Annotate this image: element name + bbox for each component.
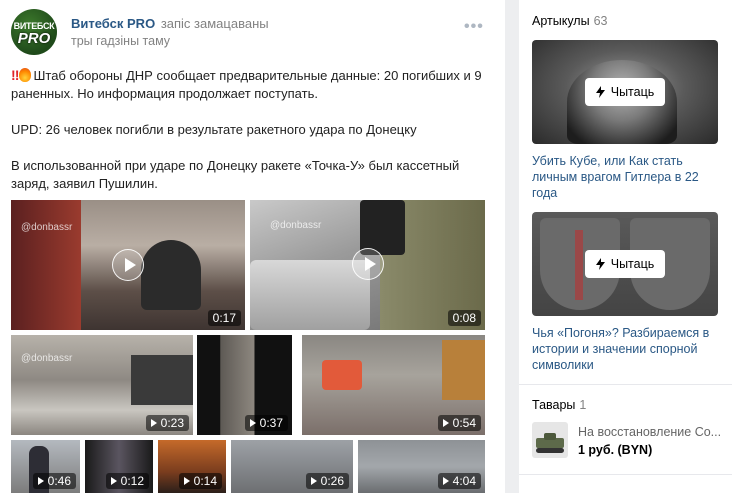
read-article-button[interactable]: Чытаць — [585, 78, 665, 106]
post-action-label: запіс замацаваны — [160, 16, 269, 31]
lightning-icon — [595, 258, 605, 270]
play-small-icon — [442, 477, 449, 485]
video-duration: 0:23 — [145, 415, 189, 431]
read-button-label: Чытаць — [610, 85, 655, 99]
wall-post: ВИТЕБСК PRO Витебск PRO запіс замацаваны… — [0, 0, 505, 493]
sidebar: Артыкулы 63 Чытаць Убить Кубе, или Как ст… — [519, 0, 732, 493]
video-duration: 0:37 — [244, 415, 288, 431]
good-thumbnail[interactable] — [532, 422, 568, 458]
double-exclamation-icon: ‼ — [11, 67, 20, 83]
vehicle-shape — [131, 355, 193, 405]
post-paragraph: ‼ Штаб обороны ДНР сообщает предварительн… — [11, 67, 482, 101]
video-thumbnail[interactable]: 0:46 — [11, 440, 80, 493]
article-title-link[interactable]: Чья «Погоня»? Разбираемся в истории и зн… — [532, 325, 722, 373]
post-timestamp[interactable]: тры гадзіны таму — [71, 34, 170, 48]
video-thumbnail[interactable]: 0:26 — [231, 440, 353, 493]
video-thumbnail[interactable]: @donbassr 0:17 — [11, 200, 245, 330]
person-shape — [141, 240, 201, 310]
read-button-label: Чытаць — [610, 257, 655, 271]
video-duration: 0:46 — [32, 473, 76, 489]
post-paragraph: В использованной при ударе по Донецку ра… — [11, 158, 460, 191]
video-duration: 0:54 — [437, 415, 481, 431]
video-duration: 0:08 — [447, 310, 481, 326]
glove-shape — [360, 200, 405, 255]
read-article-button[interactable]: Чытаць — [585, 250, 665, 278]
section-divider — [519, 474, 732, 475]
post-text: ‼ Штаб обороны ДНР сообщает предварительн… — [11, 66, 496, 211]
person-shape — [442, 340, 485, 400]
article-cover[interactable]: Чытаць — [532, 212, 718, 316]
video-thumbnail[interactable]: 4:04 — [358, 440, 485, 493]
video-thumbnail[interactable]: 0:54 — [302, 335, 485, 435]
articles-label: Артыкулы — [532, 14, 590, 28]
play-small-icon — [37, 477, 44, 485]
tank-track-shape — [536, 448, 564, 453]
article-title-link[interactable]: Убить Кубе, или Как стать личным врагом … — [532, 153, 722, 201]
goods-header[interactable]: Тавары 1 — [532, 398, 586, 412]
articles-header[interactable]: Артыкулы 63 — [532, 14, 608, 28]
author-link[interactable]: Витебск PRO — [71, 16, 155, 31]
play-icon[interactable] — [352, 248, 384, 280]
goods-label: Тавары — [532, 398, 576, 412]
avatar-text-top: ВИТЕБСК — [13, 20, 55, 31]
video-duration: 0:17 — [207, 310, 241, 326]
avatar-text-bottom: PRO — [17, 29, 51, 47]
play-small-icon — [183, 477, 190, 485]
article-cover[interactable]: Чытаць — [532, 40, 718, 144]
play-small-icon — [150, 419, 157, 427]
bus-seat-shape — [11, 200, 81, 330]
lightning-icon — [595, 86, 605, 98]
section-divider — [519, 384, 732, 385]
video-duration: 0:14 — [178, 473, 222, 489]
play-small-icon — [310, 477, 317, 485]
page: ВИТЕБСК PRO Витебск PRO запіс замацаваны… — [0, 0, 732, 493]
post-paragraph: UPD: 26 человек погибли в результате рак… — [11, 122, 417, 137]
video-thumbnail[interactable]: @donbassr 0:23 — [11, 335, 193, 435]
video-duration: 0:26 — [305, 473, 349, 489]
video-duration: 0:12 — [105, 473, 149, 489]
play-small-icon — [442, 419, 449, 427]
video-duration: 4:04 — [437, 473, 481, 489]
tank-turret-shape — [544, 433, 556, 440]
video-watermark: @donbassr — [270, 220, 322, 231]
video-watermark: @donbassr — [21, 222, 73, 233]
play-icon[interactable] — [112, 249, 144, 281]
goods-count: 1 — [579, 398, 587, 412]
video-thumbnail[interactable]: 0:12 — [85, 440, 153, 493]
bag-shape — [322, 360, 362, 390]
articles-count: 63 — [593, 14, 608, 28]
car-shape — [250, 260, 370, 330]
fire-icon — [19, 68, 32, 82]
community-avatar[interactable]: ВИТЕБСК PRO — [11, 9, 57, 55]
cross-shape — [575, 230, 583, 300]
video-watermark: @donbassr — [21, 353, 73, 364]
play-small-icon — [110, 477, 117, 485]
video-thumbnail[interactable]: 0:37 — [197, 335, 292, 435]
good-title-link[interactable]: На восстановление Со... — [578, 425, 728, 439]
video-thumbnail[interactable]: @donbassr 0:08 — [250, 200, 485, 330]
post-header: Витебск PRO запіс замацаваны — [71, 16, 269, 31]
good-price: 1 руб. (BYN) — [578, 443, 653, 457]
video-thumbnail[interactable]: 0:14 — [158, 440, 226, 493]
play-small-icon — [249, 419, 256, 427]
more-actions-icon[interactable]: ••• — [464, 18, 484, 36]
